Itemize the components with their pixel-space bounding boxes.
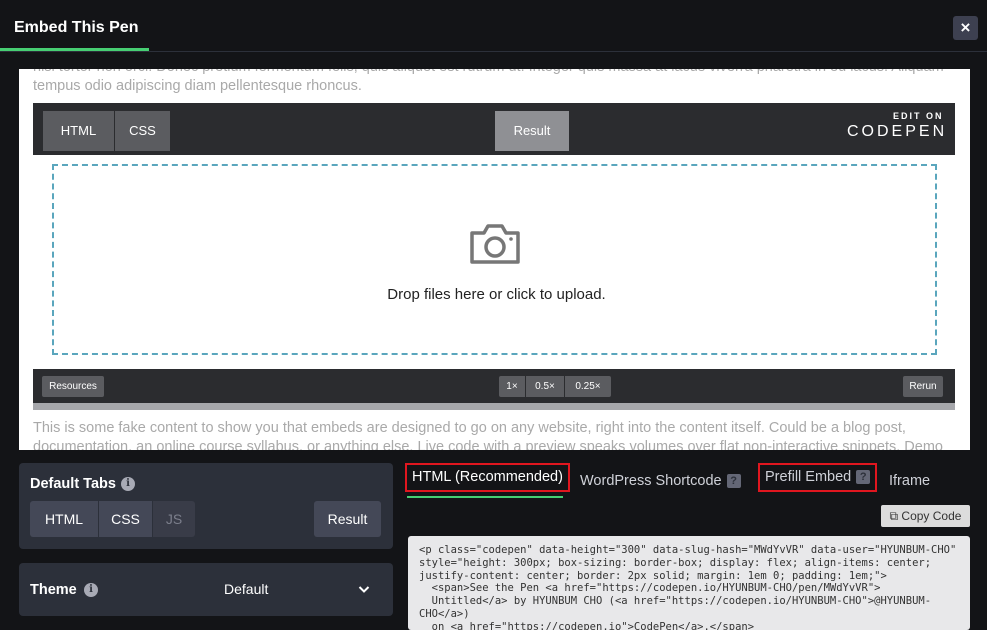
copy-icon: ⧉ [889, 509, 902, 523]
embed-tab-css[interactable]: CSS [115, 111, 170, 151]
tab-html-recommended[interactable]: HTML (Recommended) [405, 463, 570, 492]
default-tabs-panel: Default Tabs i HTML CSS JS Result [19, 463, 393, 549]
tab-wordpress-label: WordPress Shortcode [580, 473, 722, 489]
default-tab-js[interactable]: JS [153, 501, 195, 537]
default-tab-css[interactable]: CSS [99, 501, 152, 537]
info-icon[interactable]: i [121, 477, 135, 491]
embed-result-area: Drop files here or click to upload. [33, 155, 955, 369]
zoom-1x-button[interactable]: 1× [499, 376, 525, 397]
theme-select-value[interactable]: Default [224, 581, 268, 597]
modal-header: Embed This Pen × [0, 0, 987, 52]
chevron-down-icon[interactable] [358, 583, 370, 595]
codepen-logo[interactable]: CODEPEN [847, 123, 947, 141]
fake-content-bottom: This is some fake content to show you th… [33, 420, 943, 450]
embed-bottom-bar [33, 403, 955, 410]
rerun-button[interactable]: Rerun [903, 376, 943, 397]
embed-code[interactable]: <p class="codepen" data-height="300" dat… [408, 536, 970, 630]
zoom-025x-button[interactable]: 0.25× [565, 376, 611, 397]
copy-code-label: Copy Code [901, 509, 962, 523]
copy-code-button[interactable]: ⧉ Copy Code [881, 505, 970, 527]
help-icon[interactable]: ? [726, 474, 741, 488]
default-tab-html[interactable]: HTML [30, 501, 98, 537]
camera-icon [470, 224, 520, 264]
modal-title: Embed This Pen [14, 19, 139, 36]
tab-wordpress-shortcode[interactable]: WordPress Shortcode? [580, 472, 741, 492]
active-tab-indicator [407, 496, 563, 498]
file-dropzone[interactable]: Drop files here or click to upload. [52, 164, 937, 355]
edit-on-label[interactable]: EDIT ON [893, 111, 944, 121]
embed-tab-html[interactable]: HTML [43, 111, 114, 151]
embedded-pen: HTML CSS Result EDIT ON CODEPEN Drop fil… [33, 103, 955, 410]
zoom-05x-button[interactable]: 0.5× [526, 376, 564, 397]
tab-iframe[interactable]: Iframe [889, 472, 930, 492]
embed-preview: nisl tortor non orci. Donec pretium ferm… [19, 69, 970, 450]
embed-code-box[interactable]: <p class="codepen" data-height="300" dat… [408, 536, 970, 630]
theme-panel[interactable]: Theme i Default [19, 563, 393, 616]
title-underline [0, 48, 149, 51]
fake-content-top: nisl tortor non orci. Donec pretium ferm… [33, 69, 944, 94]
embed-tab-result[interactable]: Result [495, 111, 569, 151]
tab-prefill-embed[interactable]: Prefill Embed? [758, 463, 878, 492]
embed-header: HTML CSS Result EDIT ON CODEPEN [33, 103, 955, 155]
default-tab-result[interactable]: Result [314, 501, 381, 537]
theme-label: Theme [30, 582, 77, 598]
tab-prefill-label: Prefill Embed [765, 469, 852, 485]
resources-button[interactable]: Resources [42, 376, 104, 397]
help-icon[interactable]: ? [856, 470, 871, 484]
default-tabs-label: Default Tabs [30, 476, 116, 492]
info-icon[interactable]: i [84, 583, 98, 597]
close-button[interactable]: × [953, 16, 978, 40]
dropzone-text: Drop files here or click to upload. [387, 286, 606, 303]
